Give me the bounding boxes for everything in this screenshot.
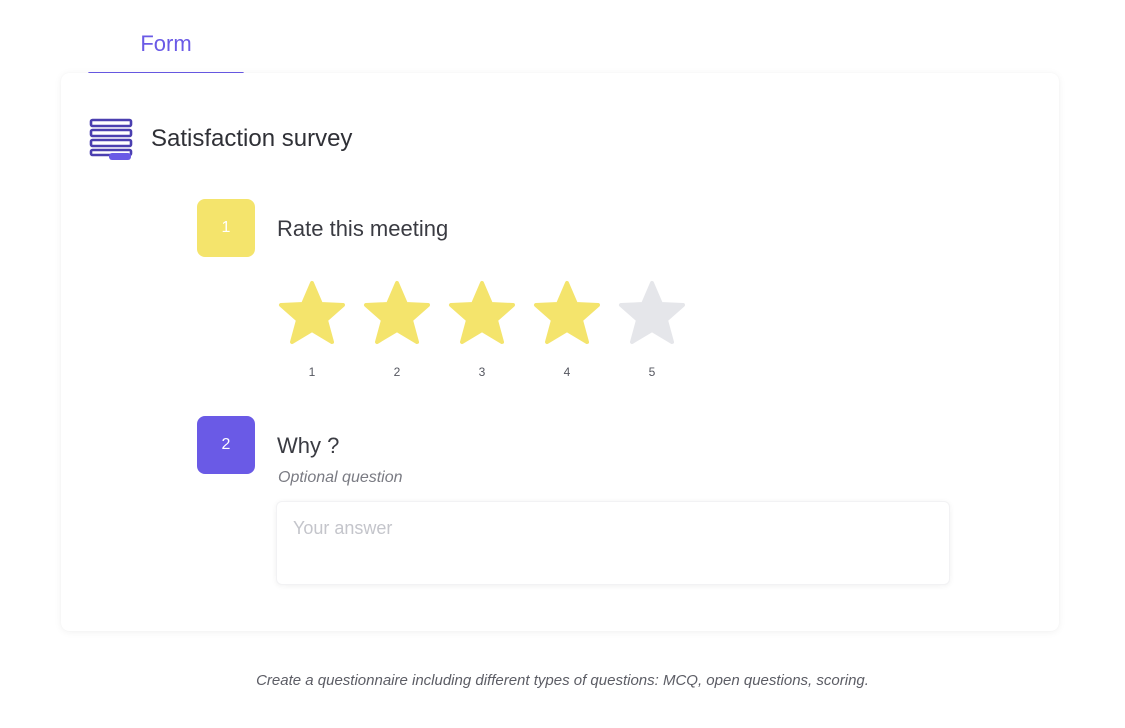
star-icon: [279, 281, 345, 344]
rating-label-5: 5: [648, 365, 656, 379]
star-icon: [534, 281, 600, 344]
rating-label-3: 3: [478, 365, 486, 379]
question-1-title: Rate this meeting: [277, 216, 449, 241]
rating-star-3[interactable]: [447, 280, 517, 346]
rating-label-1: 1: [308, 365, 316, 379]
question-1-number-badge: 1: [197, 199, 255, 257]
rating-star-4[interactable]: [532, 280, 602, 346]
star-icon: [619, 281, 685, 344]
star-icon: [364, 281, 430, 344]
form-lines-icon: [89, 118, 133, 160]
star-icon: [449, 281, 515, 344]
tab-form-label: Form: [140, 31, 192, 56]
survey-title: Satisfaction survey: [151, 125, 353, 152]
page: Form Satisfaction survey 1 Rate this mee…: [0, 0, 1125, 728]
survey-card: Satisfaction survey 1 Rate this meeting …: [61, 73, 1059, 631]
question-2-number-badge: 2: [197, 416, 255, 474]
feature-caption: Create a questionnaire including differe…: [256, 672, 869, 689]
rating-label-2: 2: [393, 365, 401, 379]
tab-form[interactable]: Form: [88, 28, 244, 76]
rating-label-4: 4: [563, 365, 571, 379]
answer-input[interactable]: [276, 501, 950, 585]
rating-star-5[interactable]: [617, 280, 687, 346]
rating-star-2[interactable]: [362, 280, 432, 346]
question-2-title: Why ?: [277, 433, 340, 458]
rating-star-1[interactable]: [277, 280, 347, 346]
optional-question-note: Optional question: [278, 469, 403, 486]
